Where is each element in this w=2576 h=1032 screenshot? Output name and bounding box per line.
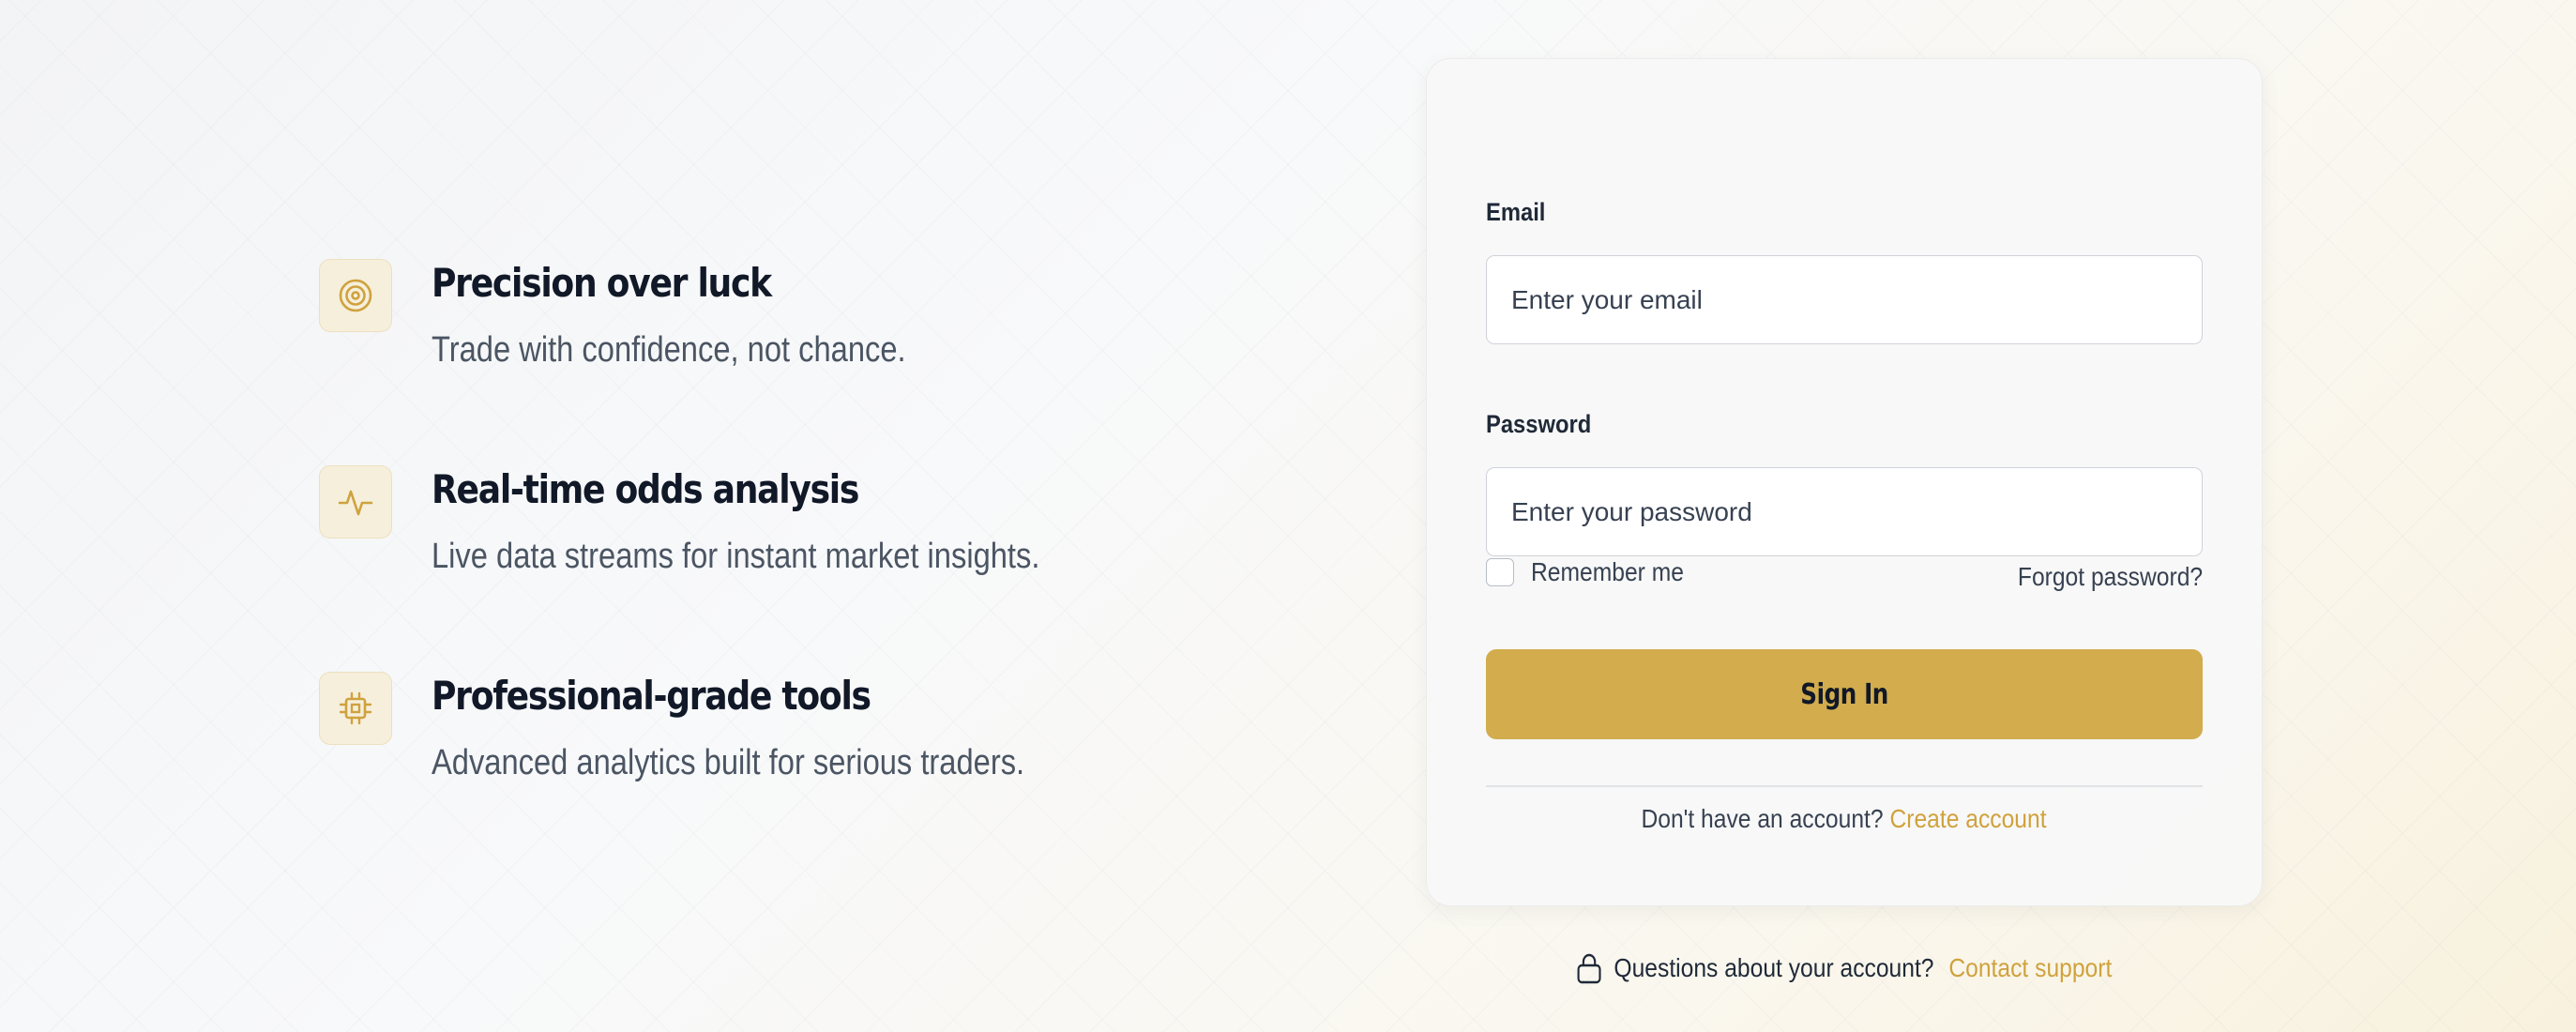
signup-prompt: Don't have an account? Create account bbox=[1427, 804, 2262, 834]
lock-icon bbox=[1577, 953, 1601, 984]
support-line: Questions about your account? Contact su… bbox=[1426, 952, 2263, 984]
feature-item-precision: Precision over luck Trade with confidenc… bbox=[319, 251, 1351, 458]
password-field[interactable] bbox=[1486, 467, 2203, 556]
login-card: Email Password Remember me Forgot passwo… bbox=[1426, 58, 2263, 906]
cpu-chip-icon bbox=[319, 672, 392, 745]
feature-list: Precision over luck Trade with confidenc… bbox=[319, 251, 1351, 871]
remember-me-checkbox[interactable] bbox=[1486, 558, 1514, 586]
support-question: Questions about your account? bbox=[1614, 953, 1934, 982]
feature-title: Real-time odds analysis bbox=[432, 466, 859, 512]
feature-title: Precision over luck bbox=[432, 260, 772, 306]
feature-description: Trade with confidence, not chance. bbox=[432, 330, 906, 370]
divider bbox=[1486, 785, 2203, 787]
password-label: Password bbox=[1486, 410, 1592, 438]
sign-in-button[interactable]: Sign In bbox=[1486, 649, 2203, 739]
remember-me-label[interactable]: Remember me bbox=[1531, 557, 1684, 587]
feature-description: Live data streams for instant market ins… bbox=[432, 537, 1040, 576]
feature-item-pro-tools: Professional-grade tools Advanced analyt… bbox=[319, 664, 1351, 871]
feature-title: Professional-grade tools bbox=[432, 673, 871, 719]
feature-description: Advanced analytics built for serious tra… bbox=[432, 743, 1025, 782]
target-icon bbox=[319, 259, 392, 332]
email-label: Email bbox=[1486, 198, 1546, 226]
feature-text: Precision over luck Trade with confidenc… bbox=[432, 251, 983, 373]
contact-support-link[interactable]: Contact support bbox=[1949, 953, 2113, 983]
feature-text: Real-time odds analysis Live data stream… bbox=[432, 458, 1139, 580]
remember-me: Remember me bbox=[1486, 557, 1705, 587]
forgot-password-link[interactable]: Forgot password? bbox=[2018, 562, 2203, 592]
activity-pulse-icon bbox=[319, 465, 392, 539]
sign-in-button-label: Sign In bbox=[1800, 677, 1888, 711]
feature-item-odds-analysis: Real-time odds analysis Live data stream… bbox=[319, 458, 1351, 664]
create-account-link[interactable]: Create account bbox=[1890, 804, 2047, 833]
feature-text: Professional-grade tools Advanced analyt… bbox=[432, 664, 1121, 786]
no-account-text: Don't have an account? bbox=[1641, 804, 1885, 833]
email-field[interactable] bbox=[1486, 255, 2203, 344]
